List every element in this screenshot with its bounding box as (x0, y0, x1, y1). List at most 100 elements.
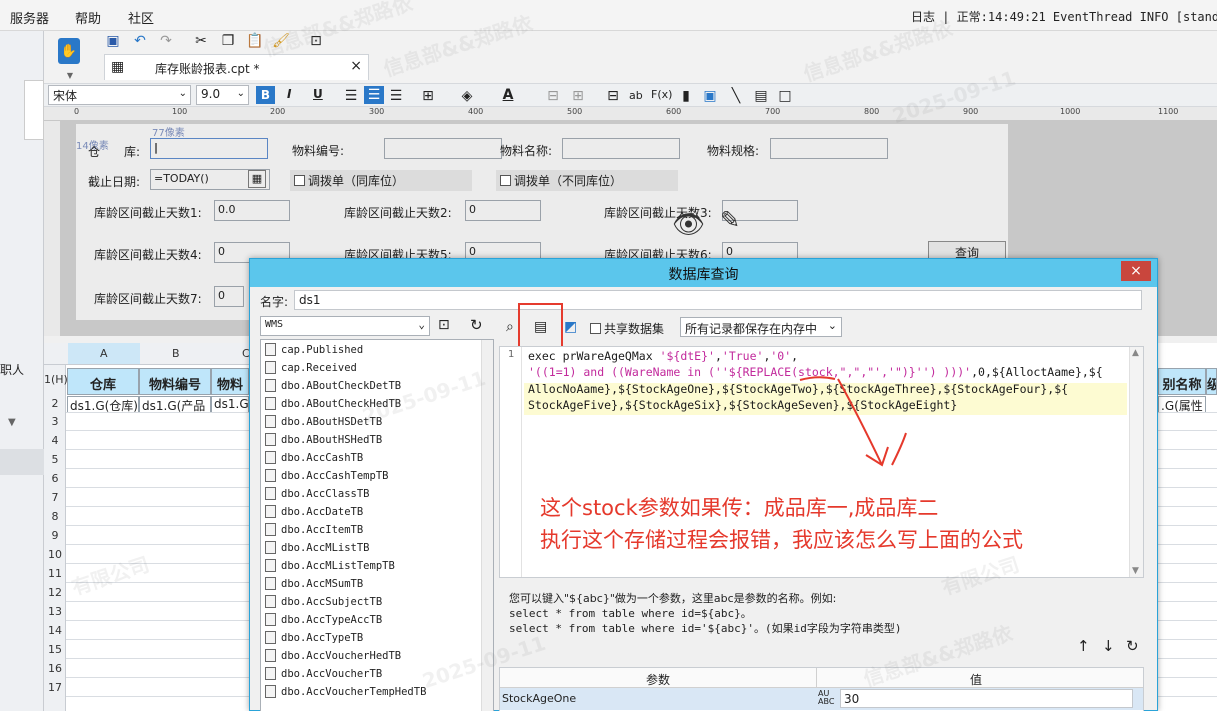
font-color-icon[interactable]: A (499, 86, 517, 104)
material-code-input[interactable] (384, 138, 502, 159)
text-button[interactable]: ab (629, 89, 643, 102)
menu-community[interactable]: 社区 (128, 8, 154, 27)
chart-icon[interactable]: ▮ (677, 87, 695, 105)
row-number[interactable]: 12 (44, 586, 66, 599)
preview-icon[interactable]: ⌕ (506, 319, 514, 335)
align-left-icon[interactable]: ☰ (342, 87, 360, 105)
transfer-diff-checkbox[interactable]: 调拨单（不同库位） (496, 170, 678, 191)
age-input-1[interactable]: 0.0 (214, 200, 290, 221)
param-value-input[interactable]: 30 (840, 689, 1133, 708)
row-number[interactable]: 14 (44, 624, 66, 637)
refresh-params-icon[interactable]: ↻ (1126, 637, 1139, 655)
data-cell-material[interactable]: ds1.G (211, 396, 249, 413)
mode-dropdown-icon[interactable]: ▼ (61, 66, 79, 84)
type-abc-icon[interactable]: AU ABC (818, 690, 834, 706)
left-panel-selection[interactable] (0, 449, 44, 475)
unmerge-icon[interactable]: ⊞ (569, 87, 587, 105)
row-number[interactable]: 17 (44, 681, 66, 694)
table-list-item[interactable]: cap.Published (265, 343, 363, 361)
header-cell-warehouse[interactable]: 仓库 (67, 368, 139, 395)
table-list-item[interactable]: dbo.AccVoucherTempHedTB (265, 685, 426, 703)
age-input-7[interactable]: 0 (214, 286, 244, 307)
row-number[interactable]: 8 (44, 510, 66, 523)
transfer-same-checkbox[interactable]: 调拨单（同库位） (290, 170, 472, 191)
font-family-select[interactable]: 宋体 ⌄ (48, 85, 191, 105)
dialog-close-button[interactable]: × (1121, 261, 1151, 281)
slash-icon[interactable]: ╲ (727, 87, 745, 105)
data-cell-attr[interactable]: .G(属性 (1158, 396, 1206, 413)
table-list-item[interactable]: dbo.AccVoucherHedTB (265, 649, 401, 667)
align-right-icon[interactable]: ☰ (387, 87, 405, 105)
design-mode-icon[interactable]: ✋ (58, 38, 80, 64)
border-icon[interactable]: ⊞ (419, 87, 437, 105)
header-cell-material-code[interactable]: 物料编号 (139, 368, 211, 395)
row-number[interactable]: 3 (44, 415, 66, 428)
age-input-2[interactable]: 0 (465, 200, 541, 221)
material-name-input[interactable] (562, 138, 680, 159)
memory-mode-select[interactable]: 所有记录都保存在内存中 ⌄ (680, 317, 842, 337)
save-icon[interactable]: ▣ (104, 32, 122, 50)
eye-slash-icon[interactable]: 👁 (672, 210, 705, 240)
arrow-down-icon[interactable]: ↓ (1102, 637, 1115, 655)
data-cell-warehouse[interactable]: ds1.G(仓库) (67, 396, 139, 413)
calendar-icon[interactable]: ▦ (248, 170, 266, 188)
sub-report-icon[interactable]: ▤ (752, 87, 770, 105)
row-number[interactable]: 4 (44, 434, 66, 447)
col-header-a[interactable]: A (100, 347, 108, 360)
table-list-item[interactable]: dbo.AccVoucherTB (265, 667, 382, 685)
format-painter-icon[interactable]: 🖌 (272, 32, 290, 50)
menu-help[interactable]: 帮助 (75, 8, 101, 27)
fill-color-icon[interactable]: ◈ (458, 87, 476, 105)
row-number[interactable]: 11 (44, 567, 66, 580)
header-cell-level[interactable]: 级 (1206, 368, 1217, 395)
row-number[interactable]: 7 (44, 491, 66, 504)
cut-icon[interactable]: ✂ (192, 32, 210, 50)
stored-proc-icon[interactable]: ◩ (564, 319, 577, 335)
undo-icon[interactable]: ↶ (131, 32, 149, 50)
collapse-icon[interactable]: ▼ (8, 417, 16, 428)
redo-icon[interactable]: ↷ (157, 32, 175, 50)
table-list-item[interactable]: dbo.AccDateTB (265, 505, 363, 523)
warehouse-input[interactable]: | (150, 138, 268, 159)
formula-button[interactable]: F(x) (651, 88, 672, 101)
share-dataset-checkbox[interactable]: 共享数据集 (590, 320, 664, 337)
table-list-item[interactable]: dbo.ABoutCheckDetTB (265, 379, 401, 397)
header-cell-alias[interactable]: 别名称 (1158, 368, 1206, 395)
insert-cell-icon[interactable]: ⊟ (604, 87, 622, 105)
row-number[interactable]: 6 (44, 472, 66, 485)
left-scrollbar[interactable] (24, 80, 44, 140)
bold-button[interactable]: B (256, 86, 275, 104)
row-number[interactable]: 5 (44, 453, 66, 466)
italic-button[interactable]: I (287, 87, 291, 101)
row-number[interactable]: 10 (44, 548, 66, 561)
header-cell-material[interactable]: 物料 (211, 368, 249, 395)
align-center-icon[interactable]: ☰ (364, 86, 384, 104)
row-number[interactable]: 2 (44, 397, 66, 410)
row-number[interactable]: 15 (44, 643, 66, 656)
name-input[interactable]: ds1 (294, 290, 1142, 310)
col-header-b[interactable]: B (172, 347, 180, 360)
table-list-item[interactable]: dbo.AccSubjectTB (265, 595, 382, 613)
paste-icon[interactable]: 📋 (246, 32, 264, 50)
frame-icon[interactable]: □ (776, 87, 794, 105)
row-number[interactable]: 16 (44, 662, 66, 675)
merge-icon[interactable]: ⊟ (544, 87, 562, 105)
underline-button[interactable]: U (313, 87, 323, 101)
table-list-item[interactable]: dbo.ABoutHSHedTB (265, 433, 382, 451)
table-list-item[interactable]: dbo.AccClassTB (265, 487, 370, 505)
copy-icon[interactable]: ❐ (219, 32, 237, 50)
db-connection-select[interactable]: WMS ⌄ (260, 316, 430, 336)
table-list-item[interactable]: dbo.ABoutCheckHedTB (265, 397, 401, 415)
row-number[interactable]: 9 (44, 529, 66, 542)
row-number[interactable]: 13 (44, 605, 66, 618)
table-list-item[interactable]: dbo.AccMSumTB (265, 577, 363, 595)
arrow-up-icon[interactable]: ↑ (1077, 637, 1090, 655)
image-icon[interactable]: ▣ (701, 87, 719, 105)
table-list-item[interactable]: cap.Received (265, 361, 357, 379)
pen-icon[interactable]: ✎ (720, 206, 740, 234)
table-list-item[interactable]: dbo.AccTypeAccTB (265, 613, 382, 631)
table-list-scrollbar[interactable] (481, 340, 493, 711)
table-list-item[interactable]: dbo.AccCashTB (265, 451, 363, 469)
table-list-item[interactable]: dbo.AccCashTempTB (265, 469, 388, 487)
tab-close-icon[interactable]: × (350, 58, 362, 74)
